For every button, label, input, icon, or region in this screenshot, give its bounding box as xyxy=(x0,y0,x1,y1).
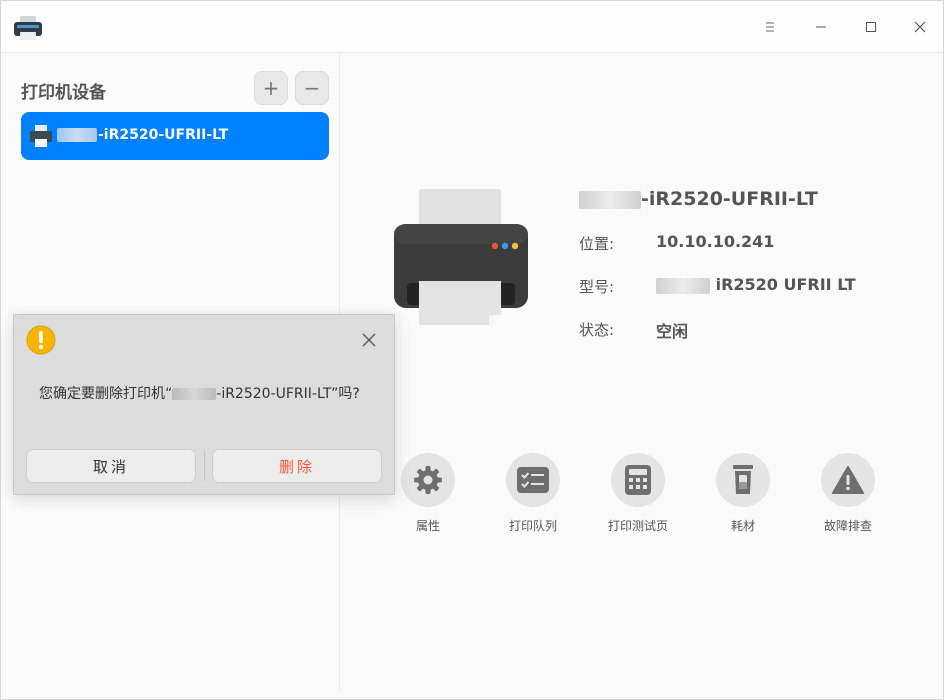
printer-illustration xyxy=(394,189,528,325)
status-label: 状态: xyxy=(579,321,615,339)
redacted-text xyxy=(57,128,97,142)
title-bar xyxy=(1,1,943,53)
print-test-page-button[interactable]: 打印测试页 xyxy=(593,453,683,534)
model-value: iR2520 UFRII LT xyxy=(656,275,856,294)
redacted-text xyxy=(172,388,217,400)
location-value: 10.10.10.241 xyxy=(656,232,775,251)
redacted-text xyxy=(656,277,710,294)
print-manager-window: 打印机设备 + − -iR2520-UFRII-LT -iR2520-UFRII… xyxy=(0,0,944,700)
print-queue-button[interactable]: 打印队列 xyxy=(488,453,578,534)
printer-list-item-label: -iR2520-UFRII-LT xyxy=(57,127,228,143)
minimize-button[interactable] xyxy=(808,14,834,40)
delete-button[interactable]: 删除 xyxy=(212,449,382,483)
sidebar-title: 打印机设备 xyxy=(21,83,106,103)
printer-app-icon xyxy=(14,16,42,40)
print-queue-button-circle xyxy=(506,453,560,507)
add-printer-button[interactable]: + xyxy=(254,71,288,105)
close-button[interactable] xyxy=(907,14,933,40)
dialog-close-button[interactable] xyxy=(360,331,378,349)
troubleshoot-button-circle xyxy=(821,453,875,507)
printer-list-item[interactable]: -iR2520-UFRII-LT xyxy=(21,112,329,160)
cancel-button[interactable]: 取消 xyxy=(26,449,196,483)
warning-icon xyxy=(26,325,56,355)
properties-label: 属性 xyxy=(415,519,440,533)
close-icon xyxy=(914,21,926,33)
maximize-icon xyxy=(866,22,876,32)
calculator-test-page-icon xyxy=(625,465,651,495)
printer-name: -iR2520-UFRII-LT xyxy=(579,188,818,210)
supplies-button-circle xyxy=(716,453,770,507)
printer-details-panel: -iR2520-UFRII-LT 位置: 10.10.10.241 型号: iR… xyxy=(341,53,943,691)
hamburger-icon xyxy=(766,22,774,32)
queue-list-icon xyxy=(517,467,549,493)
printer-icon xyxy=(30,125,52,147)
gear-icon xyxy=(414,466,442,494)
print-test-page-button-circle xyxy=(611,453,665,507)
close-icon xyxy=(362,333,376,347)
minimize-icon xyxy=(816,26,826,28)
delete-confirm-dialog: 您确定要删除打印机“ -iR2520-UFRII-LT”吗? 取消 删除 xyxy=(13,314,395,495)
maximize-button[interactable] xyxy=(858,14,884,40)
model-label: 型号: xyxy=(579,278,615,296)
status-value: 空闲 xyxy=(656,322,689,341)
warning-triangle-icon xyxy=(832,466,864,494)
troubleshoot-label: 故障排查 xyxy=(823,519,872,533)
redacted-text xyxy=(579,190,641,209)
dialog-message: 您确定要删除打印机“ -iR2520-UFRII-LT”吗? xyxy=(39,386,360,402)
supplies-label: 耗材 xyxy=(730,519,755,533)
button-divider xyxy=(204,451,205,481)
location-label: 位置: xyxy=(579,235,615,253)
troubleshoot-button[interactable]: 故障排查 xyxy=(803,453,893,534)
properties-button[interactable]: 属性 xyxy=(383,453,473,534)
ink-cartridge-icon xyxy=(733,465,753,494)
properties-button-circle xyxy=(401,453,455,507)
supplies-button[interactable]: 耗材 xyxy=(698,453,788,534)
print-queue-label: 打印队列 xyxy=(508,519,557,533)
remove-printer-button[interactable]: − xyxy=(295,71,329,105)
menu-button[interactable] xyxy=(757,14,783,40)
print-test-page-label: 打印测试页 xyxy=(607,519,668,533)
